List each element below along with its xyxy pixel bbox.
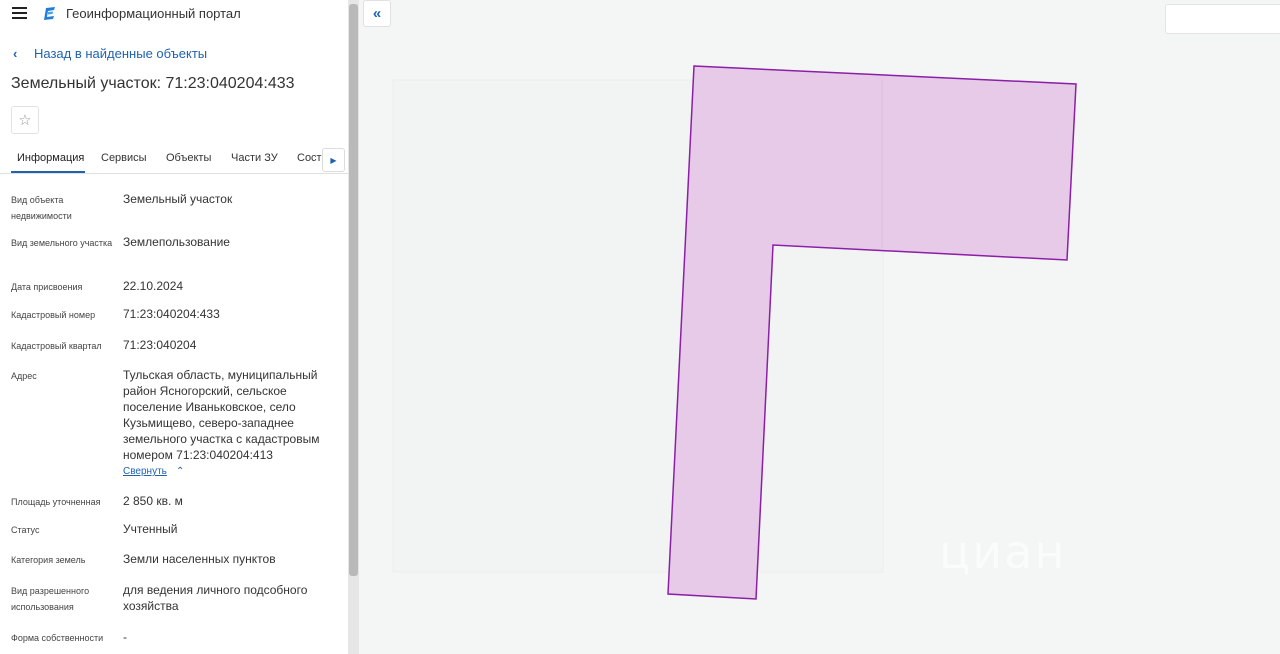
back-link-label: Назад в найденные объекты (34, 46, 208, 61)
tab-info[interactable]: Информация (17, 152, 84, 164)
tabs-scroll-right-button[interactable]: ▶ (322, 148, 345, 172)
favorite-button[interactable]: ☆ (11, 106, 39, 134)
property-value: 2 850 кв. м (123, 494, 183, 508)
tab-services[interactable]: Сервисы (101, 152, 147, 164)
top-bar: Геоинформационный портал (0, 0, 348, 30)
property-value: Учтенный (123, 522, 178, 536)
collapse-panel-button[interactable]: « (363, 0, 391, 27)
map-layer (392, 65, 1077, 600)
object-title: Земельный участок: 71:23:040204:433 (11, 75, 295, 92)
property-label: Вид объекта недвижимости (11, 195, 72, 221)
scrollbar-thumb[interactable] (349, 4, 358, 576)
property-label: Дата присвоения (11, 282, 83, 292)
star-outline-icon: ☆ (18, 112, 32, 129)
chevron-up-icon[interactable]: ⌃ (176, 466, 184, 477)
property-value: 71:23:040204 (123, 338, 197, 352)
property-value: Земельный участок (123, 192, 233, 206)
map-search-box[interactable] (1165, 4, 1280, 34)
property-label: Категория земель (11, 555, 86, 565)
active-tab-indicator (11, 171, 85, 173)
hamburger-icon[interactable] (12, 7, 27, 20)
property-label: Площадь уточненная (11, 497, 101, 507)
property-value: 71:23:040204:433 (123, 307, 220, 321)
chevron-right-icon: ▶ (330, 155, 337, 165)
property-label: Вид разрешенного использования (11, 586, 90, 612)
property-value: 22.10.2024 (123, 279, 184, 293)
property-label: Статус (11, 525, 40, 535)
collapse-address-link[interactable]: Свернуть (123, 466, 167, 477)
property-label: Вид земельного участка (11, 238, 113, 248)
back-to-results-link[interactable]: ‹ Назад в найденные объекты (13, 46, 207, 61)
watermark-logo: циан (939, 525, 1067, 579)
property-value: Землепользование (123, 235, 230, 249)
map-canvas[interactable]: циан « (359, 0, 1280, 654)
portal-title: Геоинформационный портал (66, 6, 241, 21)
property-label: Кадастровый номер (11, 310, 96, 320)
property-label: Форма собственности (11, 633, 104, 643)
tab-bar: Информация Сервисы Объекты Части ЗУ Сост… (0, 144, 348, 174)
property-value: Земли населенных пунктов (123, 552, 276, 566)
tab-objects[interactable]: Объекты (166, 152, 211, 164)
app-window: Геоинформационный портал ‹ Назад в найде… (0, 0, 1280, 654)
portal-logo-icon (44, 7, 55, 20)
tab-parts[interactable]: Части ЗУ (231, 152, 278, 164)
double-chevron-left-icon: « (372, 5, 382, 22)
property-value: для ведения личного подсобного хозяйства (123, 583, 308, 613)
property-label: Кадастровый квартал (11, 341, 102, 351)
chevron-left-icon: ‹ (13, 46, 18, 61)
panel-scrollbar[interactable] (348, 0, 359, 654)
property-value: - (123, 630, 127, 644)
property-label: Адрес (11, 371, 37, 381)
address-value: Тульская область, муниципальный район Яс… (123, 368, 320, 462)
info-panel: Геоинформационный портал ‹ Назад в найде… (0, 0, 348, 654)
